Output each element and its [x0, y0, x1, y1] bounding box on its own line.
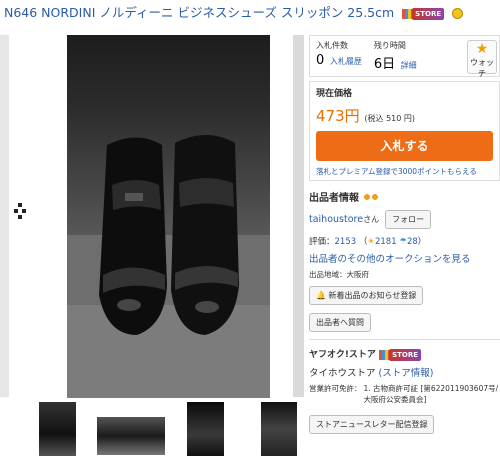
- store-heading-text: ヤフオク!ストア: [309, 350, 376, 360]
- license-value: 1. 古物商許可証 [第622011903607号/大阪府公安委員会]: [363, 383, 499, 404]
- time-label: 残り時間: [373, 41, 406, 50]
- business-license: 営業許可免許： 1. 古物商許可証 [第622011903607号/大阪府公安委…: [309, 383, 500, 405]
- store-badge: STORE: [412, 7, 445, 20]
- cloud-icon: ☂: [399, 237, 407, 247]
- price-label: 現在価格: [316, 89, 353, 99]
- new-listing-notify-button[interactable]: 🔔 新着出品のお知らせ登録: [309, 286, 424, 305]
- premium-promo-link[interactable]: 落札とプレミアム登録で3000ポイントもらえる: [316, 166, 493, 177]
- store-name-row: タイホウストア (ストア情報): [309, 365, 500, 379]
- other-auctions-link[interactable]: 出品者のその他のオークションを見る: [309, 251, 500, 265]
- main-product-image[interactable]: [67, 35, 270, 398]
- notify-button-label: 新着出品のお知らせ登録: [328, 291, 417, 300]
- bids-label: 入札件数: [316, 41, 348, 50]
- rating-total-link[interactable]: 2153: [335, 237, 357, 247]
- seller-face-icon: [452, 8, 464, 19]
- auction-status-box: 入札件数 0 入札履歴 残り時間 6日 詳細 ★ ウォッチ: [309, 35, 500, 78]
- ask-seller-button[interactable]: 出品者へ質問: [309, 313, 371, 332]
- rating-bad-link[interactable]: 28: [407, 237, 418, 247]
- rating-good-link[interactable]: 2181: [375, 237, 397, 247]
- item-title: N646 NORDINI ノルディーニ ビジネスシューズ スリッポン 25.5c…: [0, 0, 500, 22]
- store-grid-icon: [402, 8, 413, 19]
- newsletter-subscribe-button[interactable]: ストアニュースレター配信登録: [309, 414, 435, 434]
- seller-info: 出品者情報 taihoustore さん フォロー 評価：2153 （☀2181…: [309, 189, 500, 332]
- time-detail-link[interactable]: 詳細: [401, 61, 417, 70]
- store-heading: ヤフオク!ストア STORE: [309, 347, 500, 361]
- time-remaining: 6日: [373, 57, 396, 72]
- bid-button[interactable]: 入札する: [316, 131, 493, 161]
- store-badge-2: STORE: [389, 348, 422, 361]
- seller-name-row: taihoustore さん フォロー: [309, 210, 500, 229]
- sun-icon: ☀: [367, 237, 375, 247]
- store-name: タイホウストア: [309, 367, 376, 379]
- store-grid-icon: [379, 349, 390, 360]
- divider: [309, 339, 500, 340]
- store-info: ヤフオク!ストア STORE タイホウストア (ストア情報) 営業許可免許： 1…: [309, 347, 500, 434]
- bid-history-link[interactable]: 入札履歴: [330, 57, 362, 66]
- gallery-nav-icon[interactable]: [12, 203, 28, 219]
- store-info-link[interactable]: (ストア情報): [379, 368, 434, 379]
- seller-name-suffix: さん: [363, 215, 380, 224]
- people-icon: [362, 192, 381, 204]
- item-title-text: N646 NORDINI ノルディーニ ビジネスシューズ スリッポン 25.5c…: [4, 5, 395, 20]
- bell-icon: 🔔: [316, 291, 326, 300]
- thumbnail-4[interactable]: [261, 402, 297, 456]
- auction-panel: 入札件数 0 入札履歴 残り時間 6日 詳細 ★ ウォッチ 現在価格 473円 …: [309, 35, 500, 434]
- current-price: 473円 (税込 510 円): [316, 105, 493, 126]
- next-image-strip[interactable]: [293, 35, 304, 397]
- bids-cell: 入札件数 0 入札履歴: [310, 36, 368, 76]
- previous-image-strip[interactable]: [0, 35, 9, 397]
- thumbnail-2[interactable]: [97, 417, 165, 455]
- watch-button[interactable]: ★ ウォッチ: [467, 40, 497, 78]
- thumbnail-1[interactable]: [39, 402, 76, 456]
- seller-rating: 評価：2153 （☀2181 ☂28）: [309, 237, 427, 247]
- shoes-photo-illustration: [67, 135, 270, 398]
- seller-name-link[interactable]: taihoustore: [309, 214, 363, 225]
- price-box: 現在価格 473円 (税込 510 円) 入札する 落札とプレミアム登録で300…: [309, 81, 500, 181]
- watch-label: ウォッチ: [470, 58, 494, 78]
- time-cell: 残り時間 6日 詳細: [368, 36, 423, 76]
- rating-label: 評価：: [309, 237, 335, 247]
- price-value: 473円: [316, 107, 360, 125]
- seller-location: 出品地域：大阪府: [309, 270, 369, 279]
- license-label: 営業許可免許：: [309, 383, 362, 393]
- seller-heading: 出品者情報: [309, 189, 500, 204]
- star-icon: ★: [475, 41, 489, 57]
- price-tax-included: (税込 510 円): [364, 114, 416, 123]
- bids-count: 0: [316, 53, 325, 68]
- follow-button[interactable]: フォロー: [385, 210, 432, 229]
- thumbnail-3[interactable]: [187, 402, 224, 456]
